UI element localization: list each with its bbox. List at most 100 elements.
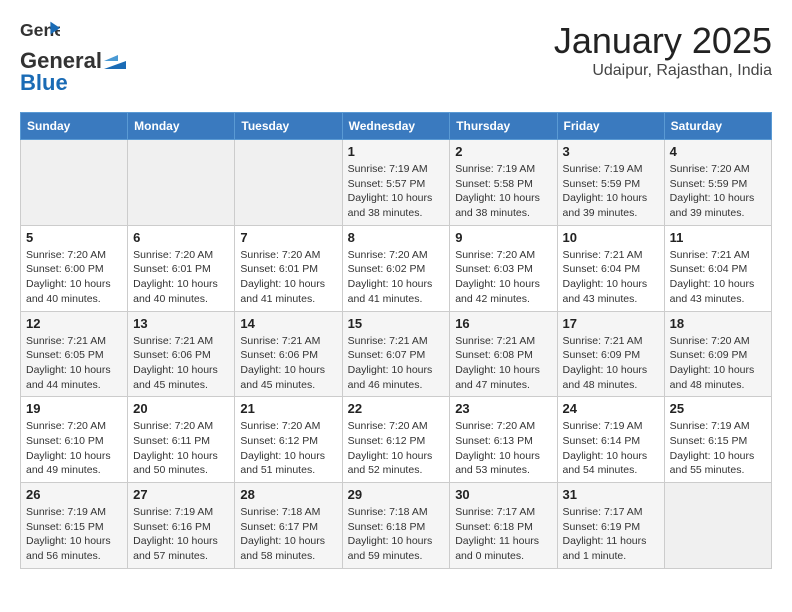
calendar-cell: 12Sunrise: 7:21 AM Sunset: 6:05 PM Dayli… bbox=[21, 311, 128, 397]
title-area: January 2025 Udaipur, Rajasthan, India bbox=[554, 20, 772, 80]
day-number: 13 bbox=[133, 316, 229, 331]
day-number: 15 bbox=[348, 316, 445, 331]
calendar-cell: 16Sunrise: 7:21 AM Sunset: 6:08 PM Dayli… bbox=[450, 311, 557, 397]
calendar-cell: 2 Sunrise: 7:19 AM Sunset: 5:58 PM Daylig… bbox=[450, 140, 557, 226]
day-number: 11 bbox=[670, 230, 766, 245]
day-number: 22 bbox=[348, 401, 445, 416]
logo: General General Blue bbox=[20, 20, 128, 96]
logo-blue-text: Blue bbox=[20, 70, 68, 96]
calendar-cell: 22Sunrise: 7:20 AM Sunset: 6:12 PM Dayli… bbox=[342, 397, 450, 483]
calendar-week-5: 26Sunrise: 7:19 AM Sunset: 6:15 PM Dayli… bbox=[21, 483, 772, 569]
day-number: 3 bbox=[563, 144, 659, 159]
day-info: Sunrise: 7:21 AM Sunset: 6:07 PM Dayligh… bbox=[348, 334, 445, 393]
calendar-cell: 1 Sunrise: 7:19 AM Sunset: 5:57 PM Daylig… bbox=[342, 140, 450, 226]
day-info: Sunrise: 7:19 AM Sunset: 5:59 PM Dayligh… bbox=[563, 162, 659, 221]
day-number: 23 bbox=[455, 401, 551, 416]
header-sunday: Sunday bbox=[21, 113, 128, 140]
day-info: Sunrise: 7:21 AM Sunset: 6:09 PM Dayligh… bbox=[563, 334, 659, 393]
day-number: 6 bbox=[133, 230, 229, 245]
header-thursday: Thursday bbox=[450, 113, 557, 140]
day-number: 10 bbox=[563, 230, 659, 245]
day-info: Sunrise: 7:21 AM Sunset: 6:06 PM Dayligh… bbox=[133, 334, 229, 393]
day-info: Sunrise: 7:21 AM Sunset: 6:04 PM Dayligh… bbox=[670, 248, 766, 307]
day-number: 16 bbox=[455, 316, 551, 331]
calendar-cell bbox=[235, 140, 342, 226]
calendar-cell: 7Sunrise: 7:20 AM Sunset: 6:01 PM Daylig… bbox=[235, 225, 342, 311]
day-info: Sunrise: 7:20 AM Sunset: 6:10 PM Dayligh… bbox=[26, 419, 122, 478]
day-info: Sunrise: 7:20 AM Sunset: 6:09 PM Dayligh… bbox=[670, 334, 766, 393]
calendar-cell: 24Sunrise: 7:19 AM Sunset: 6:14 PM Dayli… bbox=[557, 397, 664, 483]
calendar-cell: 11 Sunrise: 7:21 AM Sunset: 6:04 PM Dayli… bbox=[664, 225, 771, 311]
day-number: 9 bbox=[455, 230, 551, 245]
day-number: 28 bbox=[240, 487, 336, 502]
day-info: Sunrise: 7:21 AM Sunset: 6:04 PM Dayligh… bbox=[563, 248, 659, 307]
day-number: 25 bbox=[670, 401, 766, 416]
day-info: Sunrise: 7:19 AM Sunset: 6:15 PM Dayligh… bbox=[26, 505, 122, 564]
day-info: Sunrise: 7:19 AM Sunset: 6:16 PM Dayligh… bbox=[133, 505, 229, 564]
calendar-week-4: 19 Sunrise: 7:20 AM Sunset: 6:10 PM Dayli… bbox=[21, 397, 772, 483]
day-info: Sunrise: 7:20 AM Sunset: 5:59 PM Dayligh… bbox=[670, 162, 766, 221]
day-number: 5 bbox=[26, 230, 122, 245]
day-info: Sunrise: 7:19 AM Sunset: 5:58 PM Dayligh… bbox=[455, 162, 551, 221]
day-info: Sunrise: 7:20 AM Sunset: 6:01 PM Dayligh… bbox=[133, 248, 229, 307]
day-info: Sunrise: 7:17 AM Sunset: 6:18 PM Dayligh… bbox=[455, 505, 551, 564]
calendar-cell: 23 Sunrise: 7:20 AM Sunset: 6:13 PM Dayli… bbox=[450, 397, 557, 483]
day-info: Sunrise: 7:20 AM Sunset: 6:00 PM Dayligh… bbox=[26, 248, 122, 307]
calendar-cell: 9 Sunrise: 7:20 AM Sunset: 6:03 PM Daylig… bbox=[450, 225, 557, 311]
calendar-week-1: 1 Sunrise: 7:19 AM Sunset: 5:57 PM Daylig… bbox=[21, 140, 772, 226]
calendar-cell: 8 Sunrise: 7:20 AM Sunset: 6:02 PM Daylig… bbox=[342, 225, 450, 311]
day-number: 2 bbox=[455, 144, 551, 159]
day-info: Sunrise: 7:20 AM Sunset: 6:13 PM Dayligh… bbox=[455, 419, 551, 478]
day-number: 21 bbox=[240, 401, 336, 416]
calendar-cell: 15 Sunrise: 7:21 AM Sunset: 6:07 PM Dayli… bbox=[342, 311, 450, 397]
calendar-week-2: 5 Sunrise: 7:20 AM Sunset: 6:00 PM Daylig… bbox=[21, 225, 772, 311]
calendar-cell: 5 Sunrise: 7:20 AM Sunset: 6:00 PM Daylig… bbox=[21, 225, 128, 311]
calendar-cell bbox=[128, 140, 235, 226]
calendar-cell: 19 Sunrise: 7:20 AM Sunset: 6:10 PM Dayli… bbox=[21, 397, 128, 483]
calendar-cell: 29 Sunrise: 7:18 AM Sunset: 6:18 PM Dayli… bbox=[342, 483, 450, 569]
day-info: Sunrise: 7:19 AM Sunset: 5:57 PM Dayligh… bbox=[348, 162, 445, 221]
day-number: 20 bbox=[133, 401, 229, 416]
day-number: 24 bbox=[563, 401, 659, 416]
calendar-cell: 3 Sunrise: 7:19 AM Sunset: 5:59 PM Daylig… bbox=[557, 140, 664, 226]
calendar-cell: 14Sunrise: 7:21 AM Sunset: 6:06 PM Dayli… bbox=[235, 311, 342, 397]
calendar-week-3: 12Sunrise: 7:21 AM Sunset: 6:05 PM Dayli… bbox=[21, 311, 772, 397]
day-number: 31 bbox=[563, 487, 659, 502]
calendar-cell: 18 Sunrise: 7:20 AM Sunset: 6:09 PM Dayli… bbox=[664, 311, 771, 397]
day-number: 1 bbox=[348, 144, 445, 159]
day-number: 18 bbox=[670, 316, 766, 331]
day-info: Sunrise: 7:20 AM Sunset: 6:12 PM Dayligh… bbox=[240, 419, 336, 478]
calendar-cell: 30 Sunrise: 7:17 AM Sunset: 6:18 PM Dayli… bbox=[450, 483, 557, 569]
calendar-table: Sunday Monday Tuesday Wednesday Thursday… bbox=[20, 112, 772, 569]
calendar-cell: 13 Sunrise: 7:21 AM Sunset: 6:06 PM Dayli… bbox=[128, 311, 235, 397]
location-title: Udaipur, Rajasthan, India bbox=[554, 62, 772, 80]
day-number: 29 bbox=[348, 487, 445, 502]
day-number: 8 bbox=[348, 230, 445, 245]
calendar-cell: 21 Sunrise: 7:20 AM Sunset: 6:12 PM Dayli… bbox=[235, 397, 342, 483]
header-monday: Monday bbox=[128, 113, 235, 140]
day-info: Sunrise: 7:17 AM Sunset: 6:19 PM Dayligh… bbox=[563, 505, 659, 564]
day-info: Sunrise: 7:20 AM Sunset: 6:02 PM Dayligh… bbox=[348, 248, 445, 307]
logo-icon: General bbox=[20, 20, 60, 48]
day-number: 27 bbox=[133, 487, 229, 502]
calendar-cell: 31 Sunrise: 7:17 AM Sunset: 6:19 PM Dayli… bbox=[557, 483, 664, 569]
logo-triangle-icon bbox=[104, 53, 126, 69]
calendar-cell: 10 Sunrise: 7:21 AM Sunset: 6:04 PM Dayli… bbox=[557, 225, 664, 311]
calendar-header-row: Sunday Monday Tuesday Wednesday Thursday… bbox=[21, 113, 772, 140]
day-info: Sunrise: 7:20 AM Sunset: 6:11 PM Dayligh… bbox=[133, 419, 229, 478]
calendar-cell: 20 Sunrise: 7:20 AM Sunset: 6:11 PM Dayli… bbox=[128, 397, 235, 483]
day-info: Sunrise: 7:20 AM Sunset: 6:03 PM Dayligh… bbox=[455, 248, 551, 307]
page-header: General General Blue January 2025 Udaipu… bbox=[20, 20, 772, 96]
day-number: 17 bbox=[563, 316, 659, 331]
calendar-cell bbox=[21, 140, 128, 226]
calendar-cell: 28Sunrise: 7:18 AM Sunset: 6:17 PM Dayli… bbox=[235, 483, 342, 569]
day-number: 30 bbox=[455, 487, 551, 502]
day-number: 19 bbox=[26, 401, 122, 416]
header-friday: Friday bbox=[557, 113, 664, 140]
calendar-cell: 17 Sunrise: 7:21 AM Sunset: 6:09 PM Dayli… bbox=[557, 311, 664, 397]
calendar-cell: 6 Sunrise: 7:20 AM Sunset: 6:01 PM Daylig… bbox=[128, 225, 235, 311]
calendar-cell: 26Sunrise: 7:19 AM Sunset: 6:15 PM Dayli… bbox=[21, 483, 128, 569]
header-wednesday: Wednesday bbox=[342, 113, 450, 140]
calendar-cell: 27 Sunrise: 7:19 AM Sunset: 6:16 PM Dayli… bbox=[128, 483, 235, 569]
day-info: Sunrise: 7:18 AM Sunset: 6:18 PM Dayligh… bbox=[348, 505, 445, 564]
